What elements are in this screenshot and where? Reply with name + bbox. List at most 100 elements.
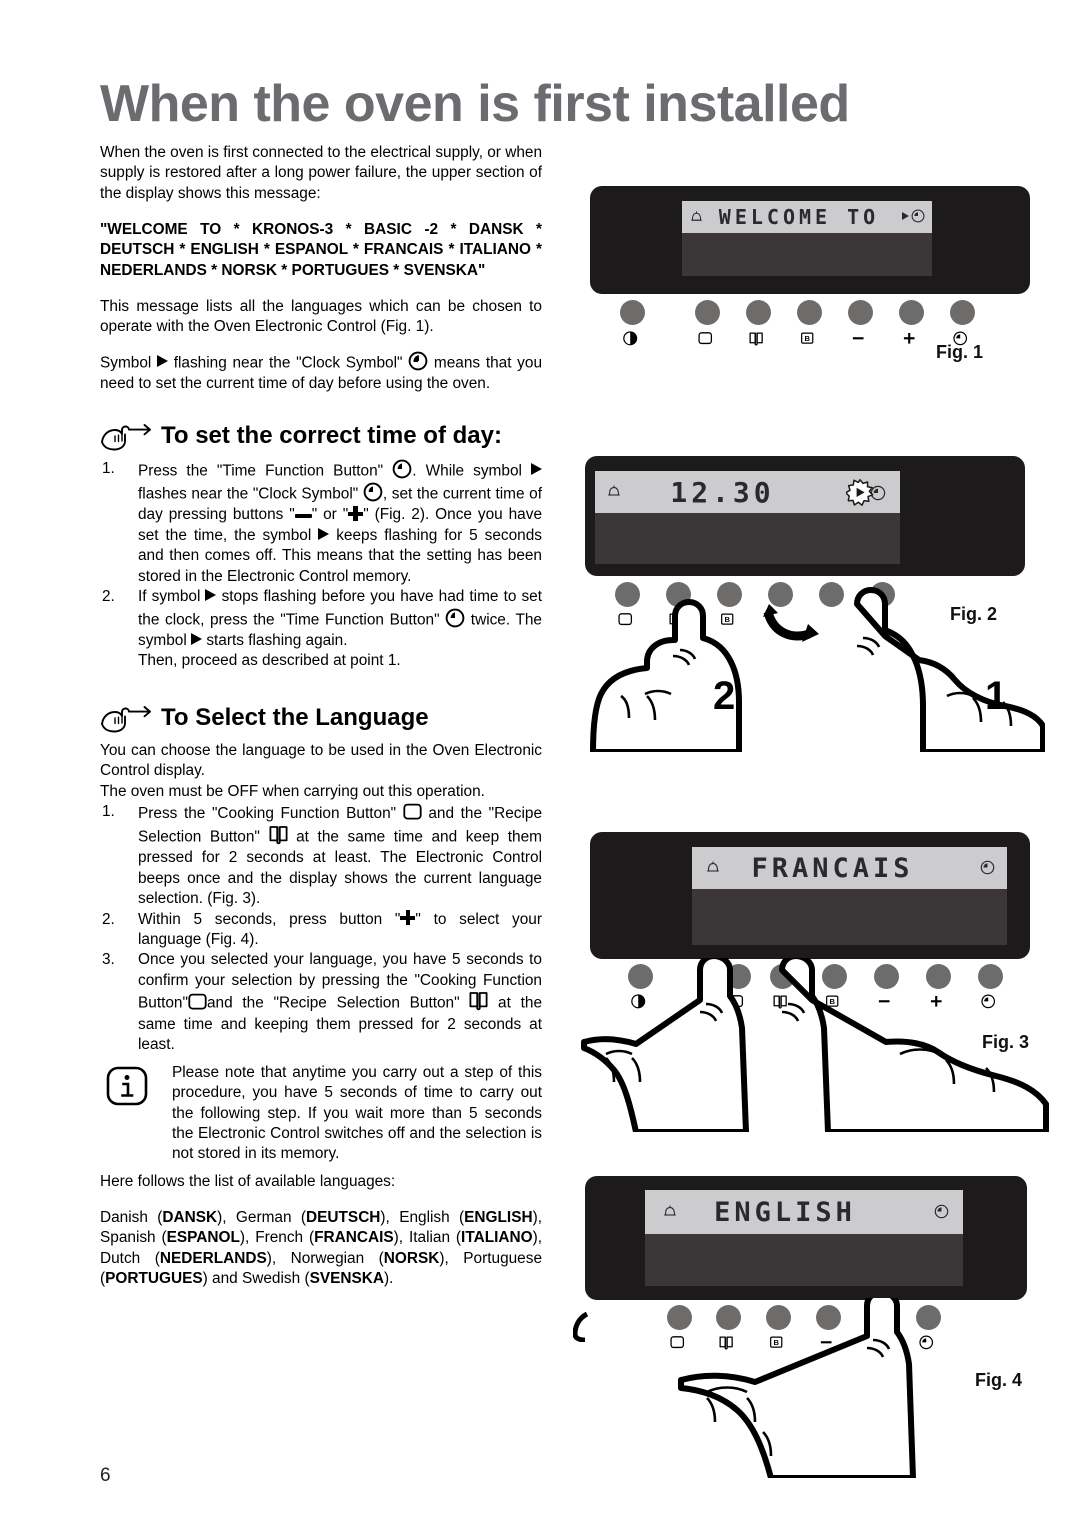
clock-indicator — [902, 209, 925, 223]
square-icon — [188, 992, 207, 1011]
step2-text-e: Then, proceed as described at point 1. — [138, 652, 401, 670]
book-icon — [269, 825, 288, 845]
b-icon: B — [797, 330, 822, 352]
lang-0-name: Danish — [100, 1208, 148, 1226]
clock-icon — [363, 482, 383, 502]
heading-select-language: To Select the Language — [100, 702, 542, 734]
welcome-message-text: "WELCOME TO * KRONOS-3 * BASIC -2 * DANS… — [100, 220, 542, 279]
lang-2-name: English — [399, 1208, 450, 1226]
clock-icon — [911, 209, 925, 223]
lcd-display-top: WELCOME TO — [682, 201, 932, 233]
step2-text-d: starts flashing again. — [206, 631, 348, 649]
step2-text-a: If symbol — [138, 588, 201, 606]
symbol-label-2: flashing near the "Clock Symbol" — [173, 354, 403, 372]
lang-5-code: ITALIANO — [461, 1229, 533, 1247]
lang-7-code: NORSK — [383, 1249, 440, 1267]
figure-4-label: Fig. 4 — [975, 1370, 1023, 1390]
step-number: 2. — [102, 588, 115, 606]
lcd-display-lower — [682, 233, 932, 276]
lang-0-code: DANSK — [162, 1208, 218, 1226]
intro-paragraph-1: When the oven is first connected to the … — [100, 144, 542, 202]
time-steps-list: 1. Press the "Time Function Button" . Whi… — [100, 459, 543, 672]
step1-text-b: . While symbol — [412, 462, 522, 480]
lcd-display-lower — [595, 513, 900, 564]
figure-3: FRANCAIS B Fig. 3 — [581, 832, 1050, 1132]
figure-4: ENGLISH B Fig. 4 — [573, 1176, 1045, 1478]
minus-icon — [294, 513, 312, 518]
lang-3-code: ESPANOL — [166, 1229, 240, 1247]
square-icon — [403, 802, 422, 821]
button-recipe-selection[interactable] — [746, 300, 771, 325]
pointing-hand-icon — [100, 703, 152, 733]
language-step-3: 3. Once you selected your language, you h… — [100, 950, 542, 1055]
bell-icon — [690, 210, 703, 224]
lang-7-name: Norwegian — [290, 1249, 365, 1267]
lang-9-name: Swedish — [241, 1270, 301, 1288]
plus-icon — [348, 506, 364, 522]
clock-indicator — [934, 1204, 949, 1219]
intro-paragraph-2: This message lists all the languages whi… — [100, 297, 542, 336]
lcd-display-lower — [692, 889, 1007, 945]
button-minus[interactable] — [848, 300, 873, 325]
lang-4-code: FRANCAIS — [314, 1229, 394, 1247]
time-step-2: 2. If symbol stops flashing before you ha… — [100, 587, 542, 672]
lcd-display-top: FRANCAIS — [692, 847, 1007, 889]
finger-label-2: 2 — [713, 674, 736, 718]
lang-4-name: French — [255, 1229, 304, 1247]
figure-3-label: Fig. 3 — [982, 1032, 1030, 1052]
intro-paragraph-3: Symbol flashing near the "Clock Symbol" … — [100, 351, 542, 395]
info-note-text: Please note that anytime you carry out a… — [172, 1063, 542, 1163]
clock-icon — [392, 459, 412, 479]
lang-1-code: DEUTSCH — [306, 1208, 381, 1226]
language-paragraph-1: You can choose the language to be used i… — [100, 741, 542, 780]
symbol-label: Symbol — [100, 354, 152, 372]
lang-step1-text-a: Press the "Cooking Function Button" — [138, 805, 397, 823]
lang-8-code: PORTUGUES — [105, 1270, 203, 1288]
clock-icon — [445, 608, 465, 628]
button-cooking-function[interactable] — [695, 300, 720, 325]
clock-icon — [934, 1204, 949, 1219]
heading-select-language-label: To Select the Language — [161, 703, 429, 731]
figure-2: 12.30 B 2 1 Fig. 2 — [585, 456, 1045, 756]
language-step-2: 2. Within 5 seconds, press button " " to s… — [100, 910, 542, 951]
pointing-finger-1 — [854, 587, 1045, 752]
lang-6-code: NEDERLANDS — [159, 1249, 267, 1267]
step-number: 2. — [102, 910, 115, 928]
flash-arrow-icon — [205, 589, 217, 602]
language-steps-list: 1. Press the "Cooking Function Button" an… — [100, 802, 542, 1055]
bell-icon — [663, 1204, 677, 1219]
control-panel: 12.30 — [585, 456, 1025, 576]
button-time-function[interactable] — [950, 300, 975, 325]
lang-1-name: German — [235, 1208, 292, 1226]
power-icon — [620, 330, 645, 352]
flash-arrow-icon — [902, 212, 909, 220]
button-b[interactable] — [797, 300, 822, 325]
lang-2-code: ENGLISH — [464, 1208, 533, 1226]
lcd-display-top: ENGLISH — [645, 1190, 963, 1234]
lcd-text: FRANCAIS — [751, 852, 914, 884]
button-power[interactable] — [620, 300, 645, 325]
lang-step3-text-b: and the "Recipe Selection Button" — [206, 995, 460, 1013]
pointing-hand-icon — [100, 421, 152, 451]
language-list-intro: Here follows the list of available langu… — [100, 1172, 396, 1190]
flash-arrow-icon — [318, 527, 330, 540]
clock-indicator — [846, 479, 886, 506]
lang-9-code: SVENSKA — [309, 1270, 384, 1288]
finger-label-1: 1 — [985, 674, 1008, 718]
language-list: Danish (DANSK), German (DEUTSCH), Englis… — [100, 1208, 543, 1288]
button-plus[interactable] — [899, 300, 924, 325]
lcd-display-top: 12.30 — [595, 471, 900, 513]
info-note: Please note that anytime you carry out a… — [100, 1063, 542, 1165]
square-icon — [695, 330, 720, 352]
lcd-text: ENGLISH — [714, 1196, 856, 1228]
control-panel: FRANCAIS — [590, 832, 1030, 959]
language-step-1: 1. Press the "Cooking Function Button" an… — [100, 802, 542, 909]
flash-arrow-icon — [191, 632, 203, 645]
plus-icon — [400, 910, 416, 926]
plus-icon — [899, 330, 924, 352]
step1-text-a: Press the "Time Function Button" — [138, 462, 384, 480]
minus-icon — [848, 330, 873, 352]
page-title: When the oven is first installed — [100, 74, 850, 133]
document-page: When the oven is first installed When th… — [0, 0, 1080, 1528]
flash-arrow-icon — [157, 354, 169, 367]
